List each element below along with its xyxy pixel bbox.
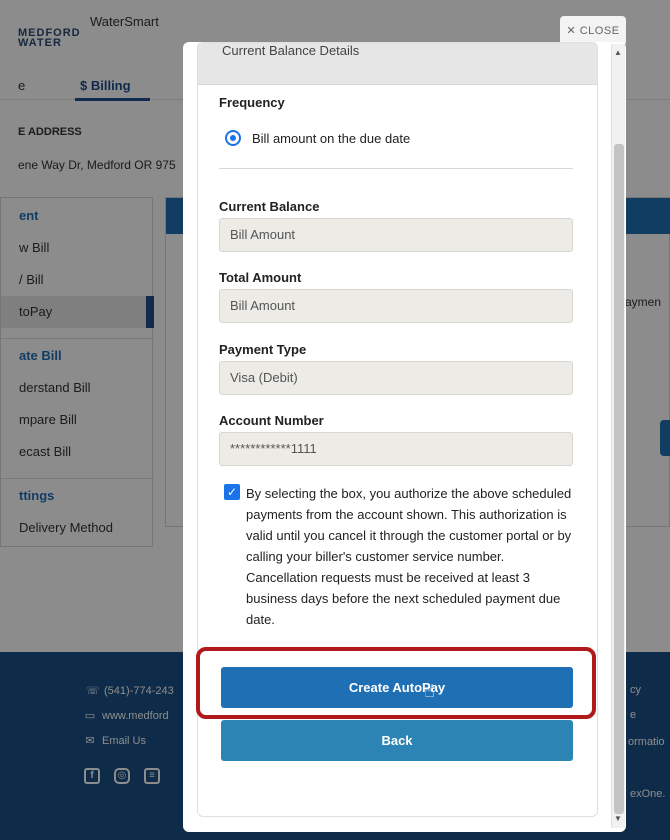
- current-balance-label: Current Balance: [219, 199, 320, 214]
- scroll-up-icon[interactable]: ▲: [614, 48, 622, 57]
- radio-selected-dot: [230, 135, 236, 141]
- frequency-radio[interactable]: [225, 130, 241, 146]
- current-balance-field: Bill Amount: [219, 218, 573, 252]
- modal-scrollbar[interactable]: ▲ ▼: [611, 44, 625, 828]
- authorization-checkbox[interactable]: ✓: [224, 484, 240, 500]
- hand-cursor-icon: ☝: [424, 681, 435, 701]
- card-header: Current Balance Details: [198, 43, 597, 85]
- total-amount-field: Bill Amount: [219, 289, 573, 323]
- highlight-annotation: [196, 647, 596, 719]
- account-number-label: Account Number: [219, 413, 324, 428]
- payment-type-label: Payment Type: [219, 342, 307, 357]
- frequency-label: Frequency: [219, 95, 285, 110]
- scroll-down-icon[interactable]: ▼: [614, 814, 622, 823]
- account-number-field: ************1111: [219, 432, 573, 466]
- section-divider: [219, 168, 573, 169]
- card-header-title: Current Balance Details: [222, 43, 360, 58]
- check-icon: ✓: [226, 485, 238, 499]
- back-button[interactable]: Back: [221, 720, 573, 761]
- authorization-text: By selecting the box, you authorize the …: [246, 486, 572, 627]
- total-amount-label: Total Amount: [219, 270, 302, 285]
- scroll-thumb[interactable]: [614, 144, 624, 814]
- close-icon: ✕: [566, 25, 577, 37]
- payment-type-field: Visa (Debit): [219, 361, 573, 395]
- frequency-option-label[interactable]: Bill amount on the due date: [252, 131, 410, 146]
